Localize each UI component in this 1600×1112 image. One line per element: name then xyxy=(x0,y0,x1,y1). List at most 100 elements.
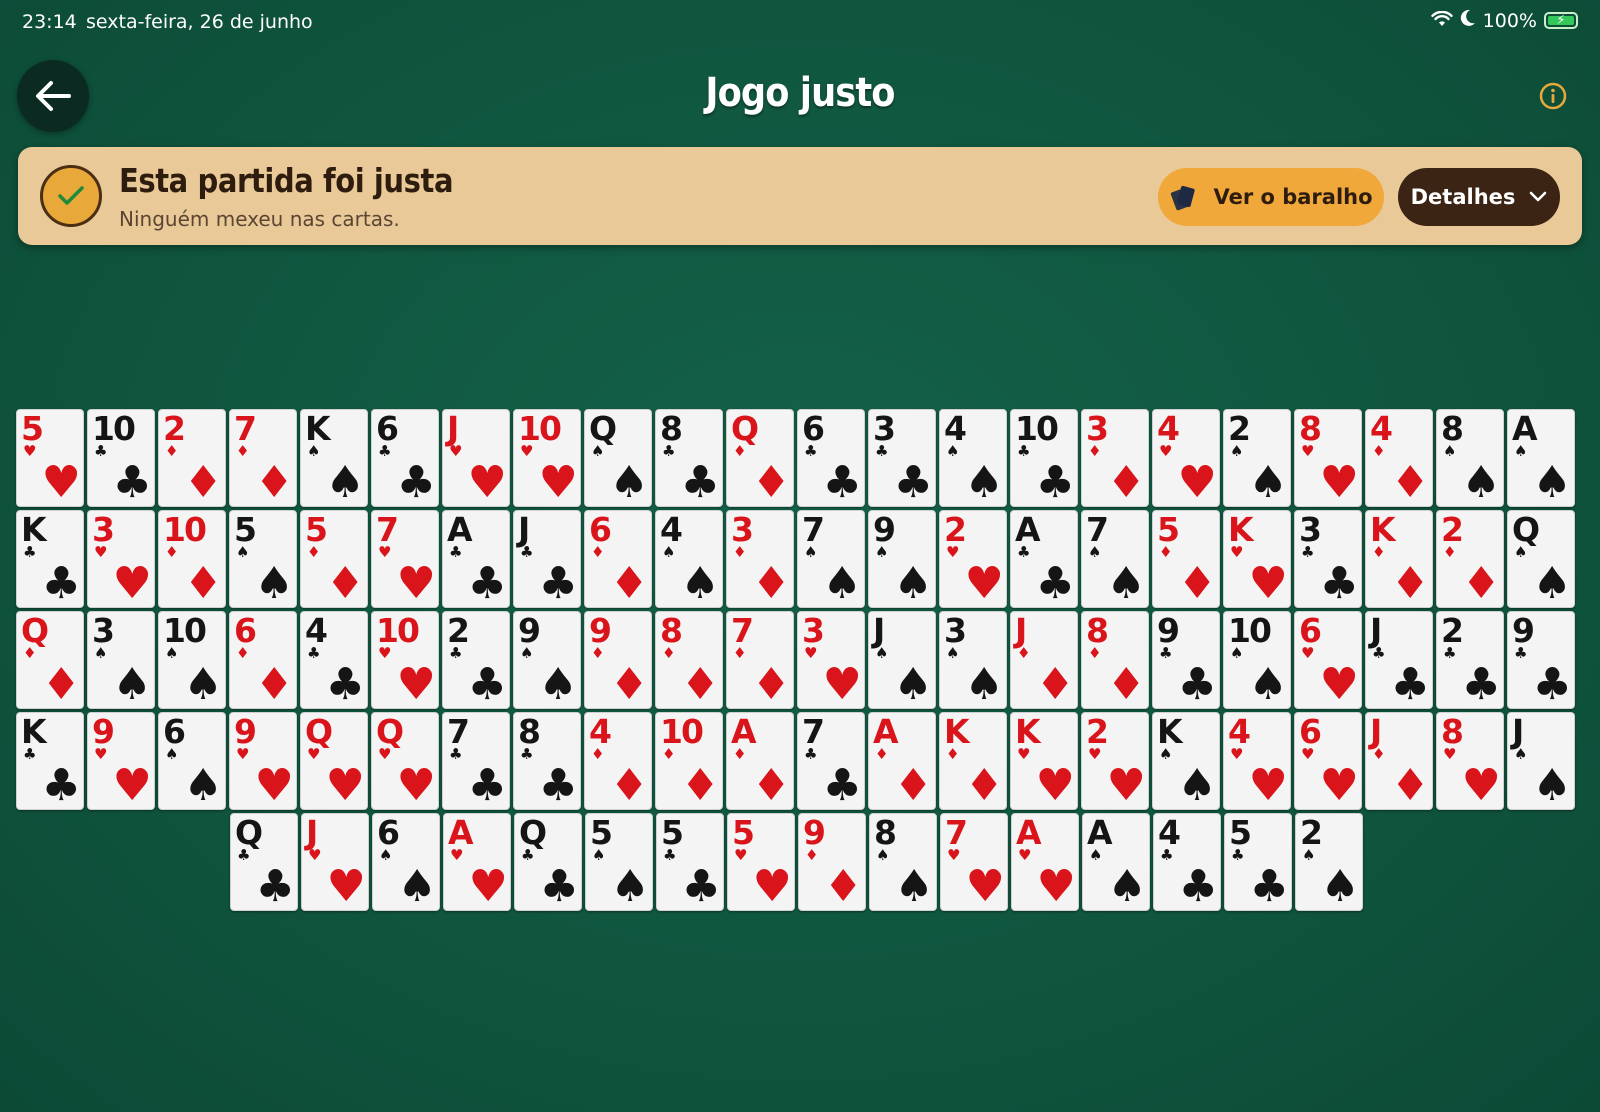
playing-card[interactable]: Q ♣ ♣ xyxy=(230,813,298,912)
playing-card[interactable]: 5 ♦ ♦ xyxy=(1152,510,1220,609)
info-button[interactable] xyxy=(1539,82,1567,110)
playing-card[interactable]: 3 ♦ ♦ xyxy=(1081,409,1149,508)
playing-card[interactable]: 2 ♣ ♣ xyxy=(1436,611,1504,710)
playing-card[interactable]: 8 ♥ ♥ xyxy=(1294,409,1362,508)
playing-card[interactable]: 4 ♠ ♠ xyxy=(939,409,1007,508)
playing-card[interactable]: 6 ♠ ♠ xyxy=(158,712,226,811)
playing-card[interactable]: K ♣ ♣ xyxy=(16,712,84,811)
playing-card[interactable]: 9 ♥ ♥ xyxy=(229,712,297,811)
playing-card[interactable]: 4 ♣ ♣ xyxy=(300,611,368,710)
playing-card[interactable]: 2 ♣ ♣ xyxy=(442,611,510,710)
playing-card[interactable]: 4 ♦ ♦ xyxy=(584,712,652,811)
playing-card[interactable]: Q ♥ ♥ xyxy=(371,712,439,811)
playing-card[interactable]: 5 ♠ ♠ xyxy=(585,813,653,912)
playing-card[interactable]: Q ♠ ♠ xyxy=(1507,510,1575,609)
playing-card[interactable]: 3 ♥ ♥ xyxy=(797,611,865,710)
playing-card[interactable]: Q ♥ ♥ xyxy=(300,712,368,811)
playing-card[interactable]: 2 ♠ ♠ xyxy=(1295,813,1363,912)
playing-card[interactable]: 3 ♣ ♣ xyxy=(868,409,936,508)
playing-card[interactable]: J ♣ ♣ xyxy=(513,510,581,609)
playing-card[interactable]: 9 ♠ ♠ xyxy=(868,510,936,609)
playing-card[interactable]: 3 ♥ ♥ xyxy=(87,510,155,609)
playing-card[interactable]: 10 ♦ ♦ xyxy=(655,712,723,811)
playing-card[interactable]: A ♥ ♥ xyxy=(1011,813,1079,912)
playing-card[interactable]: 2 ♥ ♥ xyxy=(939,510,1007,609)
details-button[interactable]: Detalhes xyxy=(1398,168,1560,226)
playing-card[interactable]: 5 ♥ ♥ xyxy=(16,409,84,508)
playing-card[interactable]: 5 ♠ ♠ xyxy=(229,510,297,609)
playing-card[interactable]: 5 ♣ ♣ xyxy=(656,813,724,912)
playing-card[interactable]: 10 ♥ ♥ xyxy=(513,409,581,508)
playing-card[interactable]: K ♣ ♣ xyxy=(16,510,84,609)
playing-card[interactable]: J ♦ ♦ xyxy=(1010,611,1078,710)
playing-card[interactable]: A ♦ ♦ xyxy=(868,712,936,811)
playing-card[interactable]: 9 ♠ ♠ xyxy=(513,611,581,710)
playing-card[interactable]: J ♦ ♦ xyxy=(1365,712,1433,811)
playing-card[interactable]: 6 ♣ ♣ xyxy=(371,409,439,508)
playing-card[interactable]: 2 ♦ ♦ xyxy=(158,409,226,508)
playing-card[interactable]: 2 ♥ ♥ xyxy=(1081,712,1149,811)
playing-card[interactable]: A ♣ ♣ xyxy=(442,510,510,609)
playing-card[interactable]: 7 ♠ ♠ xyxy=(797,510,865,609)
playing-card[interactable]: 7 ♦ ♦ xyxy=(726,611,794,710)
playing-card[interactable]: K ♥ ♥ xyxy=(1223,510,1291,609)
playing-card[interactable]: Q ♦ ♦ xyxy=(16,611,84,710)
playing-card[interactable]: 8 ♥ ♥ xyxy=(1436,712,1504,811)
playing-card[interactable]: 9 ♣ ♣ xyxy=(1507,611,1575,710)
playing-card[interactable]: 9 ♣ ♣ xyxy=(1152,611,1220,710)
playing-card[interactable]: 7 ♥ ♥ xyxy=(371,510,439,609)
playing-card[interactable]: 9 ♦ ♦ xyxy=(798,813,866,912)
playing-card[interactable]: 10 ♥ ♥ xyxy=(371,611,439,710)
playing-card[interactable]: Q ♦ ♦ xyxy=(726,409,794,508)
playing-card[interactable]: 6 ♦ ♦ xyxy=(229,611,297,710)
back-button[interactable] xyxy=(17,60,89,132)
playing-card[interactable]: 6 ♥ ♥ xyxy=(1294,712,1362,811)
playing-card[interactable]: 4 ♦ ♦ xyxy=(1365,409,1433,508)
playing-card[interactable]: 5 ♣ ♣ xyxy=(1224,813,1292,912)
playing-card[interactable]: Q ♠ ♠ xyxy=(584,409,652,508)
playing-card[interactable]: 6 ♦ ♦ xyxy=(584,510,652,609)
playing-card[interactable]: A ♠ ♠ xyxy=(1082,813,1150,912)
playing-card[interactable]: 3 ♦ ♦ xyxy=(726,510,794,609)
playing-card[interactable]: 3 ♠ ♠ xyxy=(87,611,155,710)
playing-card[interactable]: 4 ♣ ♣ xyxy=(1153,813,1221,912)
playing-card[interactable]: 6 ♣ ♣ xyxy=(797,409,865,508)
playing-card[interactable]: 9 ♥ ♥ xyxy=(87,712,155,811)
playing-card[interactable]: 7 ♣ ♣ xyxy=(797,712,865,811)
playing-card[interactable]: 10 ♣ ♣ xyxy=(87,409,155,508)
playing-card[interactable]: 7 ♠ ♠ xyxy=(1081,510,1149,609)
playing-card[interactable]: J ♠ ♠ xyxy=(868,611,936,710)
playing-card[interactable]: 8 ♣ ♣ xyxy=(655,409,723,508)
playing-card[interactable]: K ♦ ♦ xyxy=(939,712,1007,811)
playing-card[interactable]: 7 ♥ ♥ xyxy=(940,813,1008,912)
playing-card[interactable]: 8 ♠ ♠ xyxy=(1436,409,1504,508)
playing-card[interactable]: 2 ♠ ♠ xyxy=(1223,409,1291,508)
playing-card[interactable]: 4 ♠ ♠ xyxy=(655,510,723,609)
playing-card[interactable]: 5 ♥ ♥ xyxy=(727,813,795,912)
playing-card[interactable]: Q ♣ ♣ xyxy=(514,813,582,912)
playing-card[interactable]: 6 ♠ ♠ xyxy=(372,813,440,912)
playing-card[interactable]: J ♠ ♠ xyxy=(1507,712,1575,811)
playing-card[interactable]: 10 ♠ ♠ xyxy=(1223,611,1291,710)
playing-card[interactable]: J ♥ ♥ xyxy=(442,409,510,508)
playing-card[interactable]: 9 ♦ ♦ xyxy=(584,611,652,710)
playing-card[interactable]: 7 ♣ ♣ xyxy=(442,712,510,811)
playing-card[interactable]: J ♣ ♣ xyxy=(1365,611,1433,710)
playing-card[interactable]: 4 ♥ ♥ xyxy=(1152,409,1220,508)
playing-card[interactable]: J ♥ ♥ xyxy=(301,813,369,912)
playing-card[interactable]: 2 ♦ ♦ xyxy=(1436,510,1504,609)
playing-card[interactable]: K ♦ ♦ xyxy=(1365,510,1433,609)
playing-card[interactable]: 8 ♦ ♦ xyxy=(655,611,723,710)
playing-card[interactable]: 10 ♠ ♠ xyxy=(158,611,226,710)
playing-card[interactable]: 7 ♦ ♦ xyxy=(229,409,297,508)
playing-card[interactable]: 8 ♦ ♦ xyxy=(1081,611,1149,710)
playing-card[interactable]: 4 ♥ ♥ xyxy=(1223,712,1291,811)
playing-card[interactable]: A ♣ ♣ xyxy=(1010,510,1078,609)
playing-card[interactable]: A ♦ ♦ xyxy=(726,712,794,811)
playing-card[interactable]: K ♥ ♥ xyxy=(1010,712,1078,811)
playing-card[interactable]: 10 ♦ ♦ xyxy=(158,510,226,609)
playing-card[interactable]: 5 ♦ ♦ xyxy=(300,510,368,609)
playing-card[interactable]: 6 ♥ ♥ xyxy=(1294,611,1362,710)
playing-card[interactable]: 3 ♠ ♠ xyxy=(939,611,1007,710)
view-deck-button[interactable]: Ver o baralho xyxy=(1158,168,1384,226)
